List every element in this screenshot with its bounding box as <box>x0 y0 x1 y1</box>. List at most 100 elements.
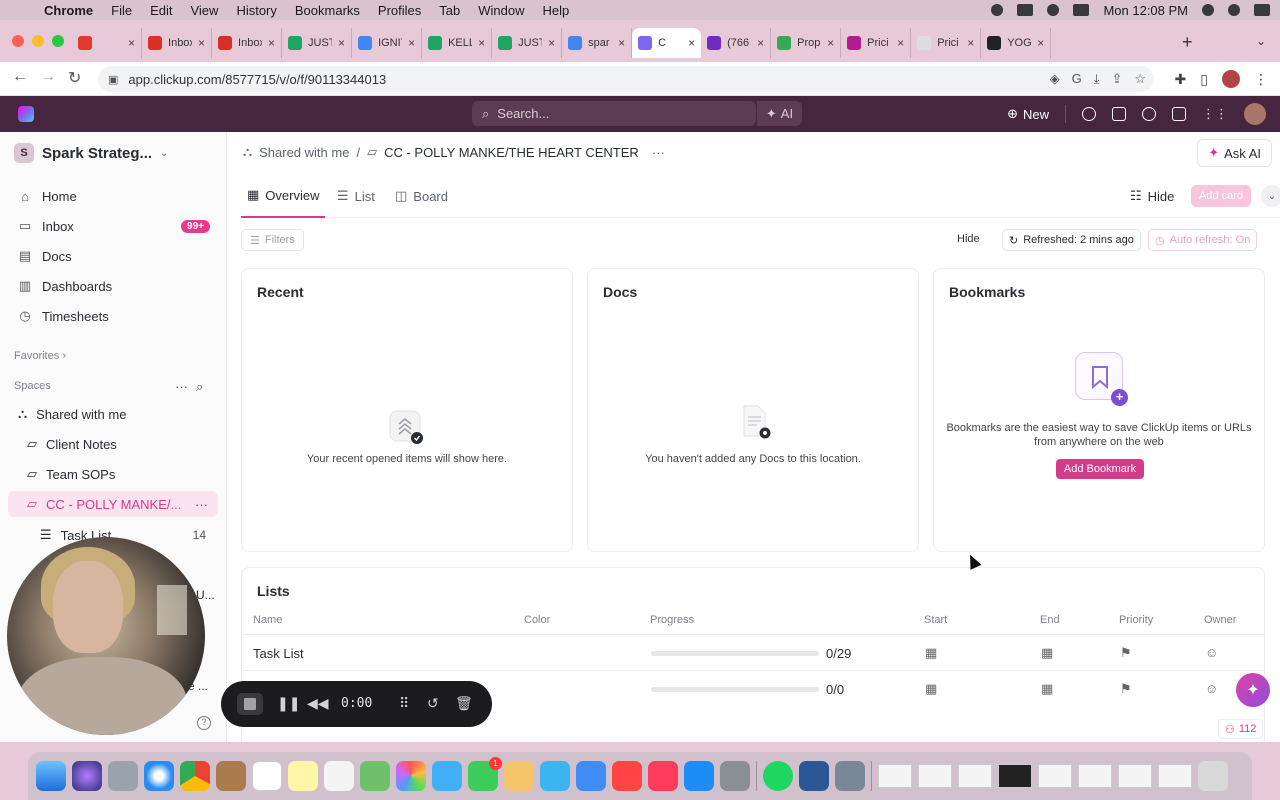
browser-tab[interactable]: Prop × <box>771 28 842 58</box>
menu-app-name[interactable]: Chrome <box>44 3 93 18</box>
restart-icon[interactable]: ↺ <box>427 695 439 712</box>
sidebar-item-docs[interactable]: ▤ Docs <box>18 245 210 267</box>
url-text[interactable]: app.clickup.com/8577715/v/o/f/9011334401… <box>128 72 386 87</box>
browser-tab[interactable]: × <box>72 28 143 58</box>
add-bookmark-button[interactable]: Add Bookmark <box>1056 459 1144 479</box>
reload-icon[interactable]: ↻ <box>68 68 81 88</box>
microphone-icon[interactable] <box>991 4 1004 16</box>
user-avatar[interactable] <box>1244 103 1266 125</box>
browser-tab[interactable]: KELL × <box>422 28 493 58</box>
app-store-icon[interactable] <box>684 761 714 791</box>
close-tab-icon[interactable]: × <box>128 36 135 50</box>
browser-tab[interactable]: Inbox × <box>142 28 213 58</box>
bookmark-star-icon[interactable]: ☆ <box>1134 71 1146 87</box>
filters-button[interactable]: ☰ Filters <box>241 229 304 251</box>
close-tab-icon[interactable]: × <box>268 36 275 50</box>
ask-ai-button[interactable]: ✦ Ask AI <box>1197 139 1272 167</box>
sidebar-item-timesheets[interactable]: ◷ Timesheets <box>18 305 210 327</box>
browser-tab[interactable]: JUST × <box>282 28 353 58</box>
menu-tab[interactable]: Tab <box>439 3 460 18</box>
messages-icon[interactable] <box>432 761 462 791</box>
zoom-window-icon[interactable] <box>52 35 64 47</box>
close-tab-icon[interactable]: × <box>548 36 555 50</box>
sidebar-item-client-notes[interactable]: ▱ Client Notes <box>27 431 217 457</box>
check-circle-icon[interactable] <box>1082 107 1096 121</box>
close-tab-icon[interactable]: × <box>618 36 625 50</box>
chrome-icon[interactable] <box>180 761 210 791</box>
more-icon[interactable]: ··· <box>175 379 188 395</box>
browser-tab[interactable]: C × <box>632 28 702 58</box>
chevron-down-icon[interactable]: ⌄ <box>1261 185 1280 207</box>
pages-icon[interactable] <box>504 761 534 791</box>
add-user-icon[interactable]: ☺ <box>1205 645 1218 660</box>
browser-tab[interactable]: Prici × <box>911 28 982 58</box>
wifi-icon[interactable] <box>1047 4 1060 16</box>
maps-icon[interactable] <box>360 761 390 791</box>
alarm-icon[interactable] <box>1142 107 1156 121</box>
apps-grid-icon[interactable]: ⋮⋮ <box>1202 106 1228 122</box>
menu-profiles[interactable]: Profiles <box>378 3 421 18</box>
browser-tab[interactable]: JUST × <box>492 28 563 58</box>
browser-tab[interactable]: Prici × <box>841 28 912 58</box>
translate-icon[interactable]: ◈ <box>1050 71 1060 87</box>
back-icon[interactable]: ← <box>12 68 28 86</box>
sidebar-item-dashboards[interactable]: ▥ Dashboards <box>18 275 210 297</box>
stop-recording-button[interactable] <box>237 693 263 715</box>
finder-icon[interactable] <box>36 761 66 791</box>
close-tab-icon[interactable]: × <box>408 36 415 50</box>
favorites-header[interactable]: Favorites › <box>14 350 66 362</box>
photos-icon[interactable] <box>396 761 426 791</box>
rewind-icon[interactable]: ◀◀ <box>307 695 329 712</box>
calendar-start-icon[interactable]: ▦ <box>925 645 937 661</box>
ai-button[interactable]: ✦ AI <box>756 101 802 126</box>
clickup-logo-icon[interactable] <box>18 106 34 122</box>
facetime-icon[interactable]: 1 <box>468 757 502 791</box>
breadcrumb-shared[interactable]: Shared with me <box>259 145 349 160</box>
ai-assistant-fab[interactable]: ✦ <box>1236 673 1270 707</box>
browser-tab[interactable]: IGNIT × <box>352 28 423 58</box>
close-tab-icon[interactable]: × <box>1037 36 1044 50</box>
minimized-window-thumbnail[interactable] <box>878 764 912 788</box>
minimized-window-thumbnail[interactable] <box>998 764 1032 788</box>
more-icon[interactable]: ··· <box>652 145 665 160</box>
drag-handle-icon[interactable]: ⠿ <box>399 695 409 712</box>
pause-icon[interactable]: ❚❚ <box>277 695 300 712</box>
counter-badge[interactable]: ⚇ 112 <box>1218 719 1264 739</box>
hide-small-button[interactable]: Hide <box>957 233 980 245</box>
sidebar-item-shared[interactable]: ⛬ Shared with me <box>18 401 218 427</box>
browser-tab[interactable]: YOG × <box>981 28 1052 58</box>
browser-tab[interactable]: (766 × <box>701 28 772 58</box>
menu-window[interactable]: Window <box>478 3 524 18</box>
siri-icon[interactable] <box>72 761 102 791</box>
hide-button[interactable]: ☷ Hide <box>1130 188 1174 204</box>
document-icon[interactable] <box>1172 107 1186 121</box>
more-icon[interactable]: ··· <box>195 497 208 512</box>
close-window-icon[interactable] <box>12 35 24 47</box>
sidebar-item-inbox[interactable]: ▭ Inbox 99+ <box>18 215 210 237</box>
profile-avatar[interactable] <box>1222 70 1240 88</box>
trash-icon[interactable] <box>1198 761 1228 791</box>
preview-icon[interactable] <box>835 761 865 791</box>
reminders-icon[interactable] <box>324 761 354 791</box>
menu-file[interactable]: File <box>111 3 132 18</box>
breadcrumb-current[interactable]: CC - POLLY MANKE/THE HEART CENTER <box>384 145 639 160</box>
help-icon[interactable]: ? <box>197 716 211 730</box>
numbers-icon[interactable] <box>540 761 570 791</box>
close-tab-icon[interactable]: × <box>967 36 974 50</box>
trash-icon[interactable]: 🗑 <box>455 695 473 712</box>
tab-search-icon[interactable]: ⌄ <box>1256 34 1266 48</box>
global-search[interactable]: ⌕ Search... <box>472 101 756 126</box>
minimized-window-thumbnail[interactable] <box>1038 764 1072 788</box>
close-tab-icon[interactable]: × <box>478 36 485 50</box>
system-preferences-icon[interactable] <box>720 761 750 791</box>
notebook-icon[interactable] <box>216 761 246 791</box>
word-icon[interactable] <box>799 761 829 791</box>
notes-icon[interactable] <box>288 761 318 791</box>
siri-icon[interactable] <box>1228 4 1240 16</box>
menu-help[interactable]: Help <box>543 3 570 18</box>
address-bar[interactable]: ▣ app.clickup.com/8577715/v/o/f/90113344… <box>98 66 1154 92</box>
chrome-menu-icon[interactable]: ⋮ <box>1254 71 1268 88</box>
refresh-button[interactable]: ↻ Refreshed: 2 mins ago <box>1002 229 1141 251</box>
sidebar-item-active-folder[interactable]: ▱ CC - POLLY MANKE/... ··· <box>8 491 218 517</box>
minimized-window-thumbnail[interactable] <box>1118 764 1152 788</box>
